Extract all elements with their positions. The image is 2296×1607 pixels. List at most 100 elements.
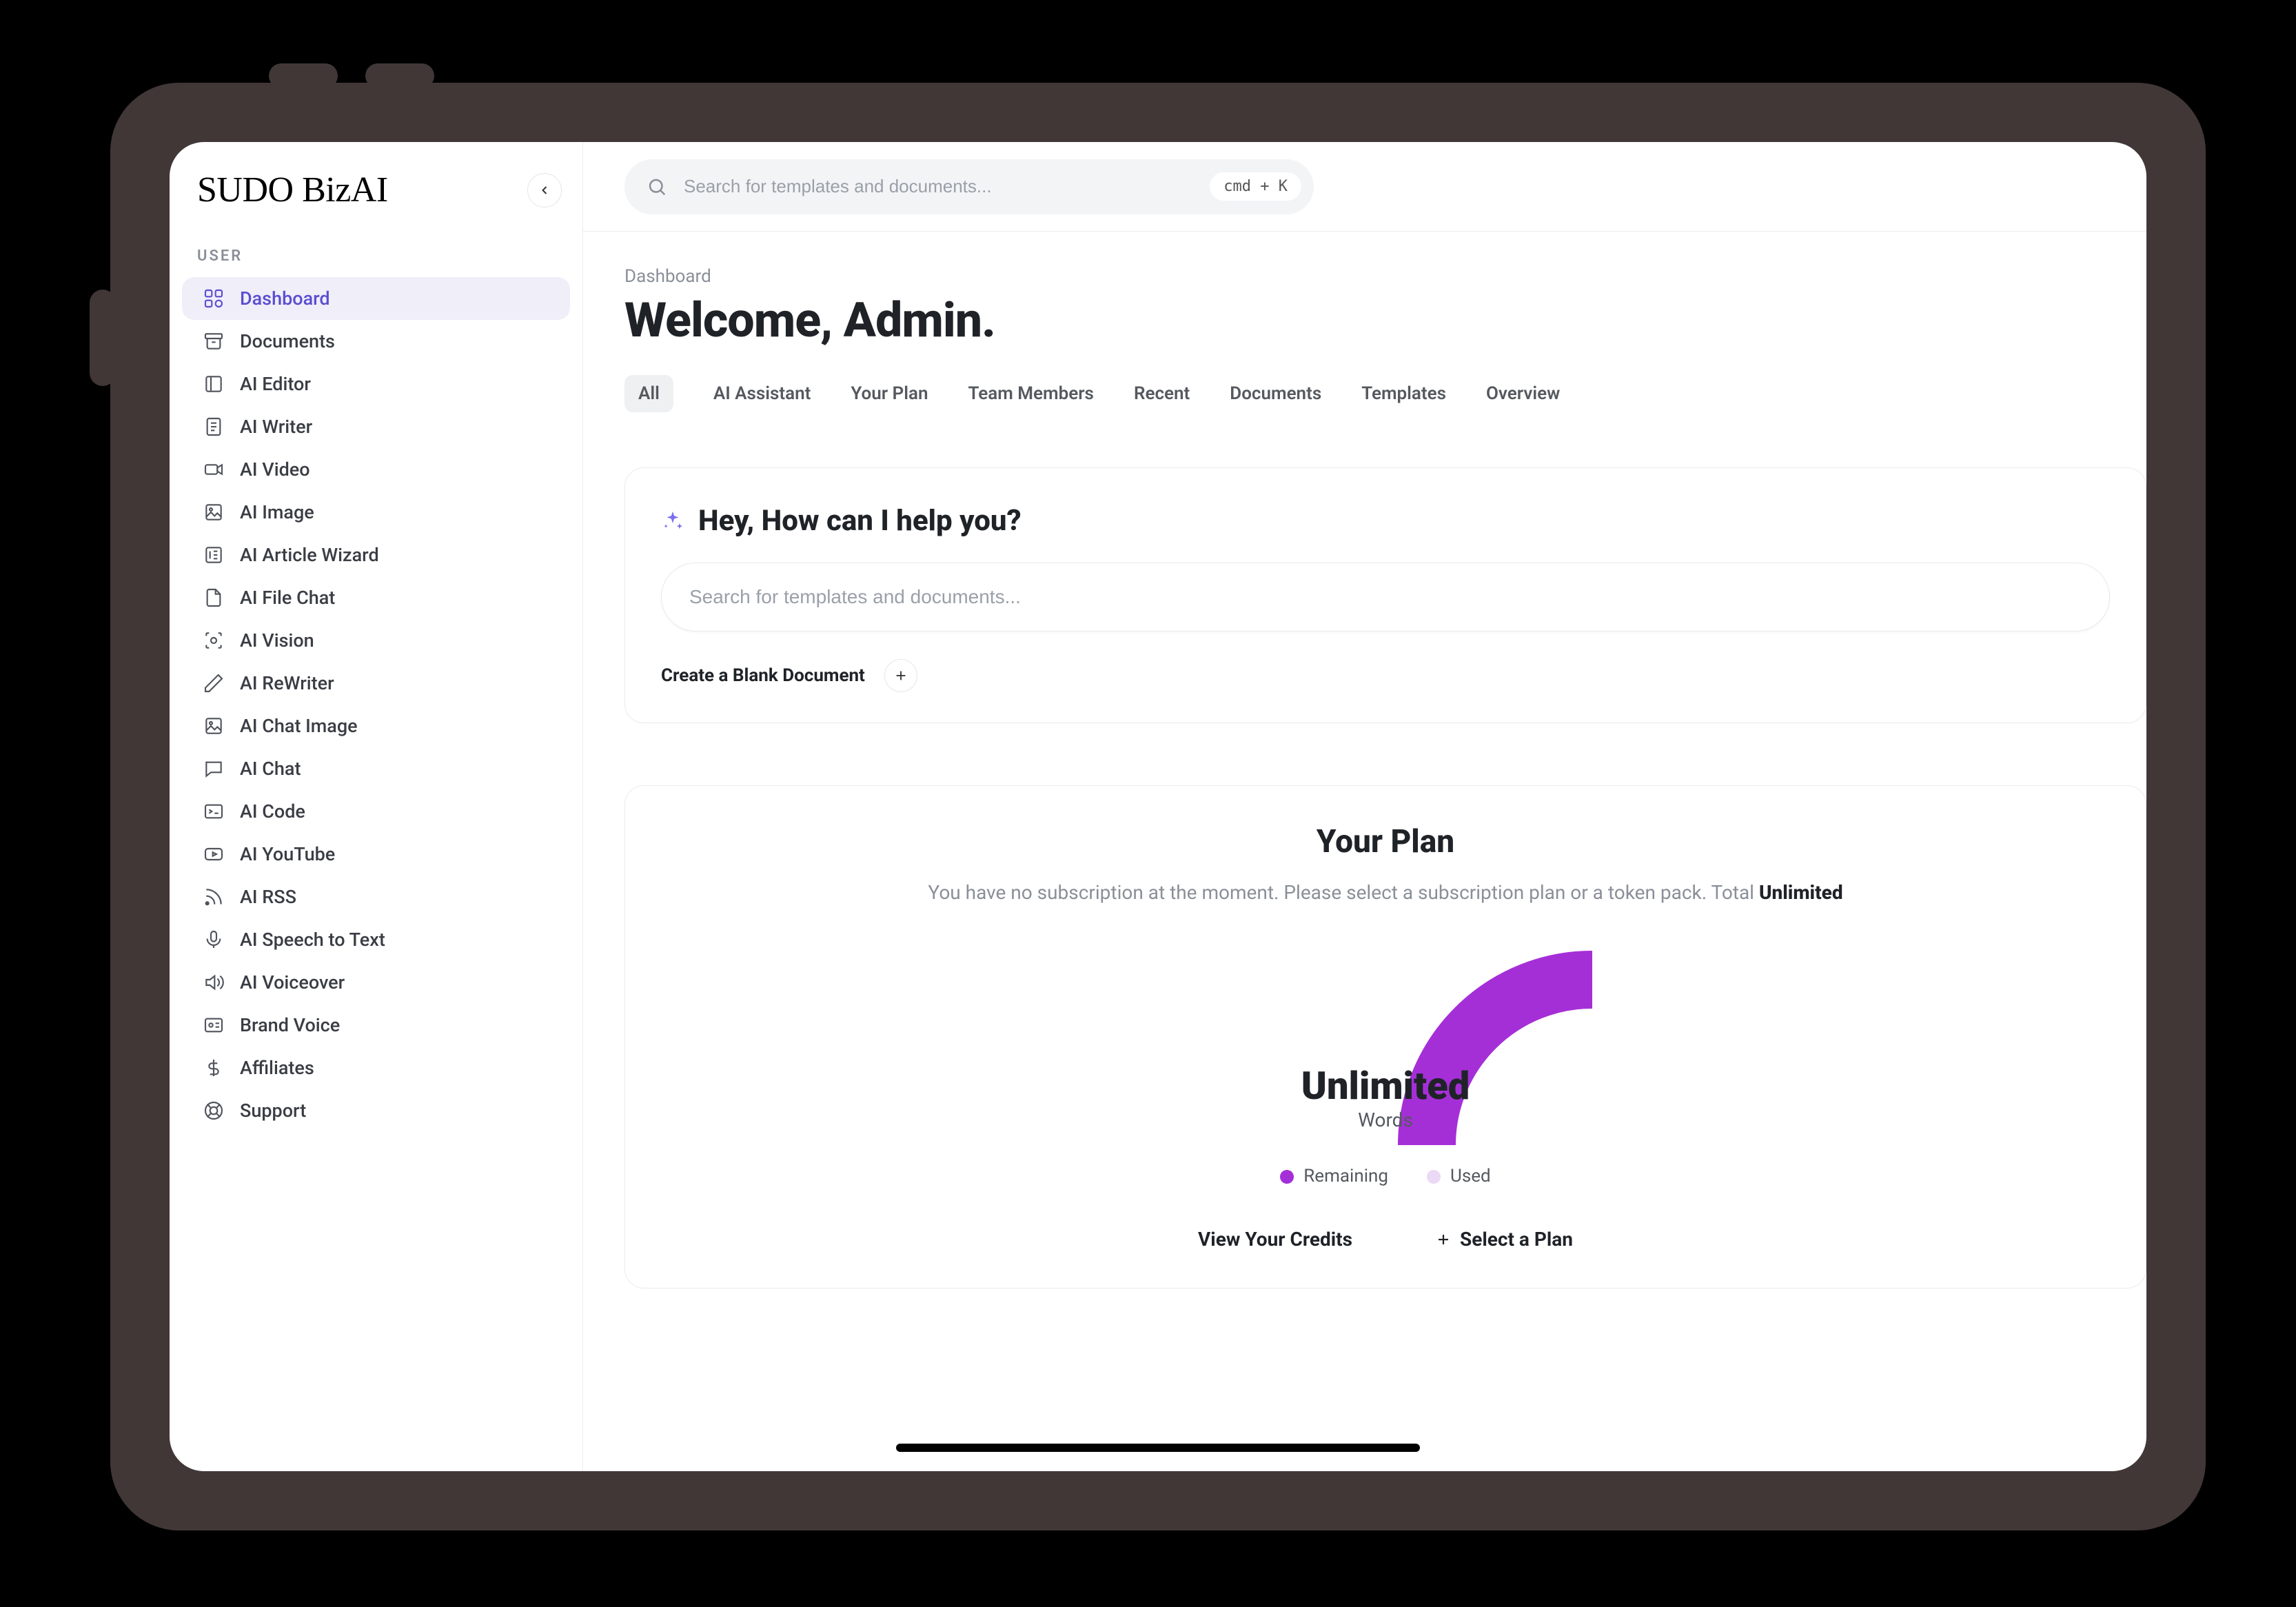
sidebar-item-support[interactable]: Support bbox=[182, 1089, 570, 1132]
tab-templates[interactable]: Templates bbox=[1361, 375, 1446, 412]
mic-icon bbox=[203, 929, 225, 951]
legend-dot-remaining bbox=[1280, 1170, 1294, 1184]
sidebar-item-label: AI Speech to Text bbox=[240, 929, 385, 951]
lifebuoy-icon bbox=[203, 1100, 225, 1122]
sidebar-item-label: AI Image bbox=[240, 501, 314, 523]
tab-documents[interactable]: Documents bbox=[1230, 375, 1321, 412]
sidebar-item-ai-rss[interactable]: AI RSS bbox=[182, 876, 570, 918]
chevron-left-icon bbox=[538, 183, 551, 197]
collapse-sidebar-button[interactable] bbox=[527, 173, 562, 208]
sidebar-item-ai-youtube[interactable]: AI YouTube bbox=[182, 833, 570, 876]
plan-subtext: You have no subscription at the moment. … bbox=[680, 881, 2091, 904]
sidebar-item-label: AI RSS bbox=[240, 886, 296, 908]
sidebar-item-documents[interactable]: Documents bbox=[182, 320, 570, 363]
pen-icon bbox=[203, 672, 225, 694]
view-credits-link[interactable]: View Your Credits bbox=[1198, 1228, 1352, 1251]
file-icon bbox=[203, 587, 225, 609]
device-button bbox=[269, 63, 338, 88]
search-icon bbox=[647, 176, 667, 197]
speaker-icon bbox=[203, 971, 225, 993]
brand-logo: SUDO BizAI bbox=[197, 170, 388, 210]
sparkle-icon bbox=[661, 509, 684, 533]
sidebar-item-ai-rewriter[interactable]: AI ReWriter bbox=[182, 662, 570, 705]
dashboard-icon bbox=[203, 287, 225, 310]
sidebar-item-ai-writer[interactable]: AI Writer bbox=[182, 405, 570, 448]
plan-card: Your Plan You have no subscription at th… bbox=[624, 785, 2146, 1288]
search-input[interactable] bbox=[684, 176, 1193, 197]
assistant-card: Hey, How can I help you? Create a Blank … bbox=[624, 467, 2146, 723]
article-icon bbox=[203, 544, 225, 566]
sidebar-item-ai-article-wizard[interactable]: AI Article Wizard bbox=[182, 534, 570, 576]
scan-icon bbox=[203, 629, 225, 651]
sidebar-item-brand-voice[interactable]: Brand Voice bbox=[182, 1004, 570, 1047]
dollar-icon bbox=[203, 1057, 225, 1079]
sidebar-item-label: AI Article Wizard bbox=[240, 544, 379, 566]
sidebar-item-label: AI Chat Image bbox=[240, 715, 358, 737]
sidebar-item-ai-vision[interactable]: AI Vision bbox=[182, 619, 570, 662]
layout-icon bbox=[203, 373, 225, 395]
assistant-search[interactable] bbox=[661, 563, 2110, 631]
sidebar-item-label: AI Vision bbox=[240, 629, 314, 651]
sidebar-item-affiliates[interactable]: Affiliates bbox=[182, 1047, 570, 1089]
content-area: Dashboard Welcome, Admin. All AI Assista… bbox=[583, 232, 2146, 1471]
sidebar-item-label: AI Video bbox=[240, 458, 310, 481]
sidebar: SUDO BizAI USER Dashboard Documents AI E… bbox=[170, 142, 583, 1471]
tab-ai-assistant[interactable]: AI Assistant bbox=[713, 375, 811, 412]
play-rect-icon bbox=[203, 843, 225, 865]
sidebar-item-label: AI Chat bbox=[240, 758, 301, 780]
tablet-frame: SUDO BizAI USER Dashboard Documents AI E… bbox=[110, 83, 2206, 1530]
tab-team-members[interactable]: Team Members bbox=[968, 375, 1093, 412]
sidebar-item-dashboard[interactable]: Dashboard bbox=[182, 277, 570, 320]
sidebar-section-label: USER bbox=[170, 247, 582, 265]
tab-your-plan[interactable]: Your Plan bbox=[851, 375, 928, 412]
sidebar-item-ai-speech-to-text[interactable]: AI Speech to Text bbox=[182, 918, 570, 961]
plus-icon bbox=[1435, 1231, 1452, 1248]
sidebar-item-ai-image[interactable]: AI Image bbox=[182, 491, 570, 534]
sidebar-item-ai-voiceover[interactable]: AI Voiceover bbox=[182, 961, 570, 1004]
sidebar-item-label: Support bbox=[240, 1100, 306, 1122]
plan-title: Your Plan bbox=[680, 823, 2091, 860]
sidebar-item-ai-video[interactable]: AI Video bbox=[182, 448, 570, 491]
breadcrumb: Dashboard bbox=[624, 266, 2146, 287]
sidebar-item-ai-chat[interactable]: AI Chat bbox=[182, 747, 570, 790]
sidebar-item-label: Affiliates bbox=[240, 1057, 314, 1079]
sidebar-item-label: AI Writer bbox=[240, 416, 312, 438]
sidebar-item-label: AI File Chat bbox=[240, 587, 335, 609]
page-title: Welcome, Admin. bbox=[624, 292, 2146, 349]
tab-recent[interactable]: Recent bbox=[1134, 375, 1190, 412]
assistant-heading: Hey, How can I help you? bbox=[698, 504, 1022, 538]
create-blank-button[interactable] bbox=[884, 659, 917, 692]
sidebar-item-label: Dashboard bbox=[240, 287, 330, 310]
sidebar-item-ai-code[interactable]: AI Code bbox=[182, 790, 570, 833]
global-search[interactable]: cmd + K bbox=[624, 159, 1314, 214]
sidebar-item-label: AI Code bbox=[240, 800, 305, 822]
gauge-value: Unlimited bbox=[1179, 1063, 1592, 1109]
chat-icon bbox=[203, 758, 225, 780]
app-window: SUDO BizAI USER Dashboard Documents AI E… bbox=[170, 142, 2146, 1471]
sidebar-item-label: Brand Voice bbox=[240, 1014, 340, 1036]
sidebar-item-label: AI Voiceover bbox=[240, 971, 345, 993]
legend-dot-used bbox=[1427, 1170, 1441, 1184]
tab-all[interactable]: All bbox=[624, 375, 673, 412]
gauge-legend: Remaining Used bbox=[1179, 1166, 1592, 1186]
sidebar-item-label: AI Editor bbox=[240, 373, 311, 395]
home-indicator[interactable] bbox=[896, 1444, 1420, 1452]
usage-gauge: Unlimited Words Remaining Used bbox=[1179, 938, 1592, 1186]
assistant-search-input[interactable] bbox=[689, 586, 2082, 608]
terminal-icon bbox=[203, 800, 225, 822]
select-plan-link[interactable]: Select a Plan bbox=[1435, 1228, 1573, 1251]
sidebar-item-ai-chat-image[interactable]: AI Chat Image bbox=[182, 705, 570, 747]
sidebar-item-label: AI YouTube bbox=[240, 843, 335, 865]
gauge-unit: Words bbox=[1179, 1109, 1592, 1131]
topbar: cmd + K bbox=[583, 142, 2146, 232]
sidebar-item-label: Documents bbox=[240, 330, 335, 352]
tab-overview[interactable]: Overview bbox=[1486, 375, 1560, 412]
rss-icon bbox=[203, 886, 225, 908]
image-icon bbox=[203, 715, 225, 737]
sidebar-item-ai-file-chat[interactable]: AI File Chat bbox=[182, 576, 570, 619]
sidebar-item-ai-editor[interactable]: AI Editor bbox=[182, 363, 570, 405]
sidebar-item-label: AI ReWriter bbox=[240, 672, 334, 694]
plus-icon bbox=[893, 668, 908, 683]
kbd-hint: cmd + K bbox=[1210, 172, 1301, 201]
archive-icon bbox=[203, 330, 225, 352]
